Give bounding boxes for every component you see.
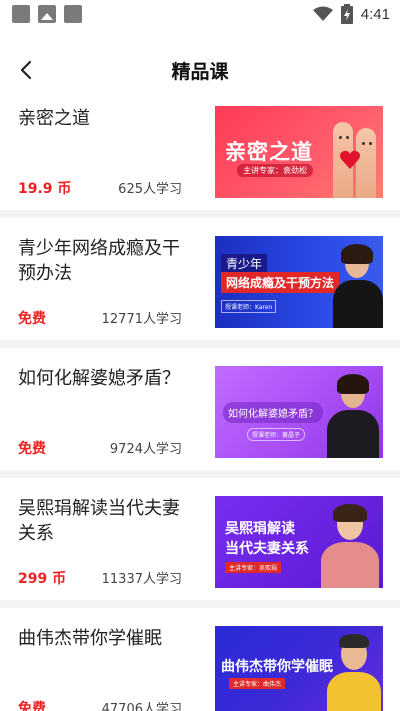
divider <box>0 210 400 218</box>
thumbnail-subtitle: 授课老师：Karen <box>221 300 277 313</box>
course-price: 299 币 <box>18 571 67 587</box>
course-price: 19.9 币 <box>18 181 72 197</box>
battery-charging-icon <box>340 4 353 24</box>
thumbnail-subtitle: 主讲专家：吴熙琄 <box>225 562 282 573</box>
thumbnail-heading: 亲密之道 <box>225 140 313 164</box>
presenter-photo <box>333 244 383 328</box>
course-item[interactable]: 如何化解婆媳矛盾？ 免费 9724人学习 如何化解婆媳矛盾？ 授课老师：黄晶子 <box>0 356 400 478</box>
notification-square-icon <box>12 5 30 23</box>
course-thumbnail[interactable]: 如何化解婆媳矛盾？ 授课老师：黄晶子 <box>215 366 383 458</box>
course-thumbnail[interactable]: 曲伟杰带你学催眠 主讲专家：曲伟杰 <box>215 626 383 711</box>
presenter-photo <box>327 630 381 711</box>
course-title: 亲密之道 <box>18 108 90 129</box>
thumbnail-subtitle: 主讲专家：曲伟杰 <box>229 678 286 689</box>
face-eye <box>339 136 342 139</box>
status-time: 4:41 <box>360 5 390 23</box>
face-eye <box>369 142 372 145</box>
course-title: 曲伟杰带你学催眠 <box>18 628 162 649</box>
course-item[interactable]: 亲密之道 19.9 币 625人学习 亲密之道 主讲专家：袁劲松 <box>0 96 400 218</box>
course-title: 如何化解婆媳矛盾？ <box>18 368 180 389</box>
divider <box>0 600 400 608</box>
course-thumbnail[interactable]: 青少年 网络成瘾及干预方法 授课老师：Karen <box>215 236 383 328</box>
course-thumbnail[interactable]: 亲密之道 主讲专家：袁劲松 <box>215 106 383 198</box>
face-eye <box>362 142 365 145</box>
heart-icon <box>340 150 360 169</box>
page-title: 精品课 <box>171 61 229 83</box>
notification-square-icon <box>64 5 82 23</box>
thumbnail-subtitle: 主讲专家：袁劲松 <box>237 164 313 177</box>
thumbnail-subtitle: 授课老师：黄晶子 <box>247 428 306 441</box>
thumbnail-heading: 网络成瘾及干预方法 <box>221 272 340 293</box>
image-icon <box>38 5 56 23</box>
course-learners: 47706人学习 <box>101 702 182 711</box>
course-price: 免费 <box>18 311 46 327</box>
course-learners: 11337人学习 <box>101 572 182 587</box>
course-learners: 12771人学习 <box>101 312 182 327</box>
wifi-icon <box>312 6 333 21</box>
presenter-photo <box>325 372 381 458</box>
course-learners: 625人学习 <box>118 182 182 197</box>
course-price: 免费 <box>18 441 46 457</box>
course-thumbnail[interactable]: 吴熙琄解读 当代夫妻关系 主讲专家：吴熙琄 <box>215 496 383 588</box>
thumbnail-heading: 如何化解婆媳矛盾？ <box>223 402 323 423</box>
presenter-photo <box>319 502 381 588</box>
status-bar: 4:41 <box>0 0 400 28</box>
thumbnail-heading: 青少年 <box>221 254 268 273</box>
course-price: 免费 <box>18 701 46 711</box>
thumbnail-heading: 当代夫妻关系 <box>225 541 309 557</box>
divider <box>0 470 400 478</box>
course-title: 吴熙琄解读当代夫妻关系 <box>18 498 180 544</box>
top-nav: 精品课 <box>0 44 400 96</box>
thumbnail-heading: 吴熙琄解读 <box>225 521 295 537</box>
course-item[interactable]: 曲伟杰带你学催眠 免费 47706人学习 曲伟杰带你学催眠 主讲专家：曲伟杰 <box>0 616 400 711</box>
face-eye <box>346 136 349 139</box>
course-item[interactable]: 青少年网络成瘾及干预办法 免费 12771人学习 青少年 网络成瘾及干预方法 授… <box>0 226 400 348</box>
course-learners: 9724人学习 <box>109 442 182 457</box>
course-title: 青少年网络成瘾及干预办法 <box>18 238 180 284</box>
course-item[interactable]: 吴熙琄解读当代夫妻关系 299 币 11337人学习 吴熙琄解读 当代夫妻关系 … <box>0 486 400 608</box>
thumbnail-heading: 曲伟杰带你学催眠 <box>221 659 333 675</box>
divider <box>0 340 400 348</box>
